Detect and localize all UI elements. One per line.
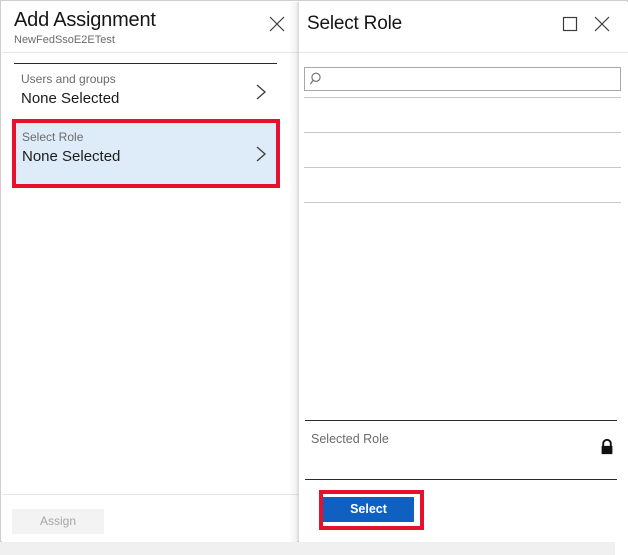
select-role-title: Select Role — [307, 13, 402, 35]
close-icon[interactable] — [591, 13, 613, 35]
maximize-square-icon[interactable] — [561, 15, 579, 33]
row-select-role-value: None Selected — [22, 148, 120, 165]
left-footer-divider — [2, 494, 298, 495]
search-icon — [309, 71, 325, 87]
selected-role-top-divider — [305, 420, 617, 421]
window-bottom-strip — [0, 542, 615, 555]
row-users-and-groups-value: None Selected — [21, 90, 119, 107]
select-role-blade: Select Role — [299, 2, 628, 542]
select-role-header: Select Role — [299, 2, 628, 53]
blade-divider — [289, 2, 299, 542]
add-assignment-header: Add Assignment NewFedSsoE2ETest — [2, 2, 298, 53]
lock-icon — [599, 438, 615, 456]
list-item[interactable] — [304, 168, 621, 203]
role-results-list — [304, 97, 621, 203]
search-input[interactable] — [328, 68, 620, 92]
window-bottom-corner — [615, 542, 628, 555]
screenshot-root: Add Assignment NewFedSsoE2ETest Users an… — [0, 0, 628, 555]
selected-role-label: Selected Role — [311, 432, 389, 446]
row-users-and-groups-caption: Users and groups — [21, 72, 116, 86]
select-button[interactable]: Select — [323, 497, 414, 522]
list-item[interactable] — [304, 133, 621, 168]
chevron-right-icon — [253, 143, 269, 165]
chevron-right-icon — [253, 81, 269, 103]
list-item[interactable] — [304, 97, 621, 133]
row-select-role[interactable]: Select Role None Selected — [15, 122, 277, 185]
add-assignment-blade: Add Assignment NewFedSsoE2ETest Users an… — [2, 2, 298, 542]
role-search-box[interactable] — [304, 67, 621, 91]
row-select-role-caption: Select Role — [22, 130, 83, 144]
page-title: Add Assignment — [14, 9, 156, 32]
selected-role-bottom-divider — [305, 479, 617, 480]
window-frame: Add Assignment NewFedSsoE2ETest Users an… — [0, 0, 628, 542]
close-icon[interactable] — [266, 13, 288, 35]
page-subtitle: NewFedSsoE2ETest — [14, 34, 115, 46]
assign-button[interactable]: Assign — [12, 509, 104, 534]
row-users-and-groups[interactable]: Users and groups None Selected — [14, 64, 277, 120]
